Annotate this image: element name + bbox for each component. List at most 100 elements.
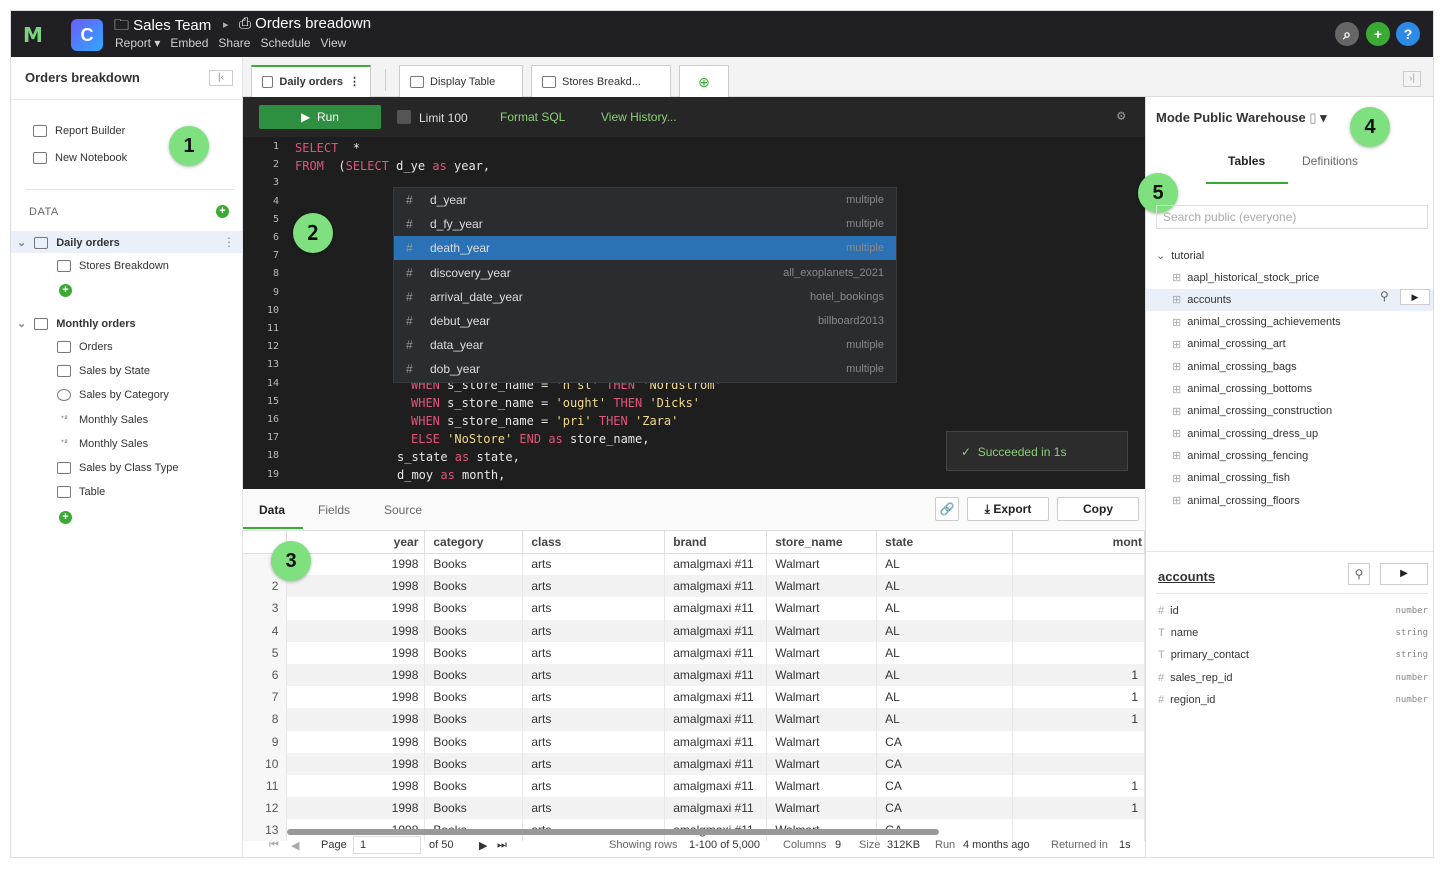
table-row[interactable]: 7 1998 Books arts amalgmaxi #11 Walmart AL 1 — [243, 686, 1145, 709]
new-notebook-button[interactable]: New Notebook — [33, 152, 127, 164]
report-title[interactable]: ⎙ Orders breadown — [239, 15, 371, 32]
pin-icon[interactable]: ⚲ — [1348, 563, 1370, 585]
add-icon[interactable]: + — [1366, 22, 1390, 46]
autocomplete-option[interactable]: # arrival_date_year hotel_bookings — [394, 285, 896, 309]
table-row[interactable]: 1998 Books arts amalgmaxi #11 Walmart AL — [243, 553, 1145, 576]
add-chart-icon[interactable]: + — [59, 511, 72, 524]
table-row[interactable]: 12 1998 Books arts amalgmaxi #11 Walmart CA 1 — [243, 797, 1145, 820]
chart-stores-breakdown[interactable]: Stores Breakdown — [57, 260, 169, 272]
tab-display-table[interactable]: Display Table — [399, 65, 523, 97]
menu-view[interactable]: View — [320, 36, 346, 50]
settings-gear-icon[interactable]: ⚙ — [1117, 108, 1125, 124]
add-query-icon[interactable]: + — [216, 205, 229, 218]
chart-sales-by-class-type[interactable]: Sales by Class Type — [57, 462, 178, 474]
table-row[interactable]: 3 1998 Books arts amalgmaxi #11 Walmart AL — [243, 597, 1145, 620]
tab-stores-breakdown[interactable]: Stores Breakd... — [531, 65, 671, 97]
field-row[interactable]: # region_id number — [1158, 694, 1428, 706]
column-header[interactable]: class — [522, 531, 666, 554]
autocomplete-option[interactable]: # death_year multiple — [394, 236, 896, 261]
chart-sales-by-category[interactable]: Sales by Category — [57, 389, 169, 401]
autocomplete-option[interactable]: # discovery_year all_exoplanets_2021 — [394, 261, 896, 285]
mode-logo[interactable]: M — [23, 23, 53, 47]
table-row[interactable]: 8 1998 Books arts amalgmaxi #11 Walmart AL 1 — [243, 708, 1145, 731]
expand-panel-icon[interactable]: ›| — [1403, 71, 1421, 87]
limit-checkbox[interactable] — [397, 110, 411, 124]
new-tab-icon[interactable]: ⊕ — [679, 65, 729, 97]
column-header[interactable]: store_name — [766, 531, 878, 554]
workspace-logo-icon[interactable]: C — [71, 19, 103, 51]
report-builder-button[interactable]: Report Builder — [33, 125, 125, 137]
tab-source[interactable]: Source — [384, 503, 422, 517]
field-row[interactable]: Tprimary_contact string — [1158, 649, 1428, 661]
chart-sales-by-state[interactable]: Sales by State — [57, 365, 150, 377]
sql-editor[interactable]: ▶ Run Limit 100 Format SQL View History.… — [243, 97, 1145, 489]
kebab-menu-icon[interactable]: ⋮ — [223, 235, 235, 249]
table-row[interactable]: 5 1998 Books arts amalgmaxi #11 Walmart AL — [243, 641, 1145, 664]
field-row[interactable]: # sales_rep_id number — [1158, 672, 1428, 684]
chart-monthly-sales-1[interactable]: ⁺² Monthly Sales — [57, 414, 149, 426]
search-icon[interactable]: ⌕ — [1335, 22, 1359, 46]
autocomplete-option[interactable]: # d_year multiple — [394, 188, 896, 212]
column-header[interactable]: mont — [1012, 531, 1145, 554]
field-row[interactable]: Tname string — [1158, 627, 1428, 639]
add-chart-icon[interactable]: + — [59, 284, 72, 297]
table-row[interactable]: 4 1998 Books arts amalgmaxi #11 Walmart AL — [243, 619, 1145, 642]
query-daily-orders[interactable]: ⌄ Daily orders — [17, 236, 120, 249]
warehouse-selector[interactable]: Mode Public Warehouse ▯ ▾ — [1156, 110, 1327, 126]
schema-tutorial[interactable]: ⌄ tutorial — [1156, 249, 1204, 263]
prev-page-icon[interactable]: ◀ — [291, 839, 299, 852]
view-history-button[interactable]: View History... — [601, 110, 677, 124]
help-icon[interactable]: ? — [1396, 22, 1420, 46]
first-page-icon[interactable]: ⏮ — [269, 839, 279, 852]
chart-monthly-sales-2[interactable]: ⁺² Monthly Sales — [57, 438, 149, 450]
table-item[interactable]: ⊞ animal_crossing_dress_up — [1172, 427, 1318, 441]
table-item[interactable]: ⊞ animal_crossing_bottoms — [1172, 383, 1312, 396]
horizontal-scrollbar[interactable] — [287, 829, 939, 835]
chart-orders[interactable]: Orders — [57, 341, 113, 353]
tab-fields[interactable]: Fields — [318, 503, 350, 517]
page-input[interactable]: 1 — [353, 836, 421, 854]
autocomplete-option[interactable]: # d_fy_year multiple — [394, 212, 896, 236]
table-row[interactable]: 11 1998 Books arts amalgmaxi #11 Walmart CA 1 — [243, 774, 1145, 798]
table-item[interactable]: ⊞ animal_crossing_achievements — [1172, 316, 1341, 329]
table-item[interactable]: ⊞ accounts — [1172, 293, 1231, 307]
export-button[interactable]: ⤓ Export — [967, 497, 1049, 521]
column-header[interactable]: category — [424, 531, 524, 554]
table-search-input[interactable]: Search public (everyone) — [1156, 205, 1428, 229]
menu-schedule[interactable]: Schedule — [260, 36, 310, 50]
collapse-sidebar-icon[interactable]: |‹ — [209, 70, 233, 86]
table-item[interactable]: ⊞ animal_crossing_fencing — [1172, 449, 1308, 463]
menu-report[interactable]: Report ▾ — [115, 36, 160, 50]
table-item[interactable]: ⊞ aapl_historical_stock_price — [1172, 271, 1319, 285]
table-item[interactable]: ⊞ animal_crossing_floors — [1172, 494, 1300, 508]
kebab-menu-icon[interactable]: ⋮ — [349, 67, 360, 97]
field-row[interactable]: # id number — [1158, 605, 1428, 617]
table-row[interactable]: 2 1998 Books arts amalgmaxi #11 Walmart AL — [243, 575, 1145, 598]
column-header[interactable]: brand — [664, 531, 768, 554]
preview-play-icon[interactable]: ▶ — [1400, 289, 1430, 305]
tab-tables[interactable]: Tables — [1228, 154, 1265, 168]
autocomplete-option[interactable]: # debut_year billboard2013 — [394, 309, 896, 333]
preview-play-icon[interactable]: ▶ — [1380, 563, 1428, 585]
tab-data[interactable]: Data — [259, 503, 285, 517]
last-page-icon[interactable]: ⏭ — [497, 839, 507, 852]
detail-title[interactable]: accounts — [1158, 569, 1215, 584]
autocomplete-option[interactable]: # data_year multiple — [394, 333, 896, 357]
tab-definitions[interactable]: Definitions — [1302, 154, 1358, 168]
menu-share[interactable]: Share — [218, 36, 250, 50]
autocomplete-option[interactable]: # dob_year multiple — [394, 357, 896, 381]
format-sql-button[interactable]: Format SQL — [500, 110, 565, 124]
tab-daily-orders[interactable]: Daily orders ⋮ — [251, 65, 371, 97]
chart-table[interactable]: Table — [57, 486, 105, 498]
link-icon[interactable]: 🔗 — [935, 497, 959, 521]
table-row[interactable]: 10 1998 Books arts amalgmaxi #11 Walmart CA — [243, 752, 1145, 775]
table-row[interactable]: 9 1998 Books arts amalgmaxi #11 Walmart CA — [243, 730, 1145, 753]
table-item[interactable]: ⊞ animal_crossing_bags — [1172, 360, 1297, 374]
table-item[interactable]: ⊞ animal_crossing_construction — [1172, 405, 1332, 418]
query-monthly-orders[interactable]: ⌄ Monthly orders — [17, 317, 136, 330]
pin-icon[interactable]: ⚲ — [1380, 289, 1389, 303]
run-button[interactable]: ▶ Run — [259, 105, 381, 129]
table-item[interactable]: ⊞ animal_crossing_fish — [1172, 472, 1290, 485]
copy-button[interactable]: Copy — [1057, 497, 1139, 521]
table-item[interactable]: ⊞ animal_crossing_art — [1172, 338, 1286, 351]
